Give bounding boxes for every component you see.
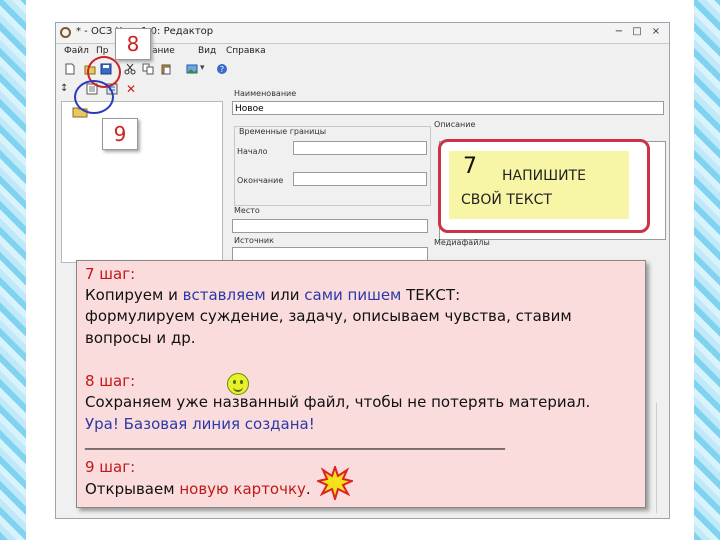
- starburst-icon: [317, 466, 353, 500]
- source-field[interactable]: [232, 247, 428, 261]
- step9-text-a: Открываем: [85, 480, 180, 498]
- step7-title: 7 шаг:: [85, 265, 136, 283]
- save-step-callout: 8: [115, 28, 151, 60]
- source-label: Источник: [234, 236, 274, 245]
- name-field[interactable]: Новое: [232, 101, 664, 115]
- note-step-number: 7: [463, 154, 477, 179]
- divider-line: ________________________________________…: [85, 432, 505, 450]
- paste-icon[interactable]: [160, 63, 172, 75]
- clock-icon: [60, 27, 71, 38]
- note-line-2: СВОЙ ТЕКСТ: [461, 192, 552, 208]
- step7-line1: Копируем и вставляем или сами пишем ТЕКС…: [85, 285, 460, 307]
- step8-line1: Сохраняем уже названный файл, чтобы не п…: [85, 393, 591, 411]
- start-label: Начало: [237, 147, 268, 156]
- step7-text-write: сами пишем: [304, 286, 402, 304]
- step8-title: 8 шаг:: [85, 372, 136, 390]
- step7-text-c: или: [265, 286, 305, 304]
- step9-title: 9 шаг:: [85, 458, 136, 476]
- step7-line3: вопросы и др.: [85, 329, 196, 347]
- image-icon[interactable]: [186, 63, 198, 75]
- sort-icon[interactable]: ↕: [60, 83, 72, 95]
- cut-icon[interactable]: [124, 63, 136, 75]
- end-label: Окончание: [237, 176, 284, 185]
- note-line-1: НАПИШИТЕ: [502, 168, 586, 184]
- new-card-highlight-ring: [74, 80, 114, 114]
- decorative-stripe-left: [0, 0, 26, 540]
- svg-text:?: ?: [220, 65, 224, 74]
- card-tree-panel[interactable]: [61, 101, 223, 263]
- time-group-label: Временные границы: [239, 127, 327, 136]
- start-field[interactable]: [293, 141, 427, 155]
- copy-icon[interactable]: [142, 63, 154, 75]
- step9-text-c: .: [305, 480, 311, 498]
- step7-line2: формулируем суждение, задачу, описываем …: [85, 307, 572, 325]
- delete-icon[interactable]: ✕: [126, 83, 138, 95]
- menu-file[interactable]: Файл: [64, 46, 89, 56]
- minimize-button[interactable]: −: [611, 25, 627, 39]
- step7-text-e: ТЕКСТ:: [401, 286, 461, 304]
- menu-help[interactable]: Справка: [226, 46, 266, 56]
- step7-text-paste: вставляем: [182, 286, 266, 304]
- place-field[interactable]: [232, 219, 428, 233]
- end-field[interactable]: [293, 172, 427, 186]
- decorative-stripe-right: [694, 0, 720, 540]
- instructions-panel: 7 шаг: Копируем и вставляем или сами пиш…: [76, 260, 646, 508]
- media-label: Медиафайлы: [434, 238, 490, 247]
- new-card-step-callout: 9: [102, 118, 138, 150]
- name-label: Наименование: [234, 89, 297, 98]
- menu-edit[interactable]: Пр: [96, 46, 108, 56]
- help-icon[interactable]: ?: [216, 63, 228, 75]
- description-label: Описание: [434, 120, 476, 129]
- step7-text-a: Копируем и: [85, 286, 183, 304]
- step9-text-new-card: новую карточку: [179, 480, 306, 498]
- place-label: Место: [234, 206, 260, 215]
- menu-view[interactable]: Вид: [198, 46, 216, 56]
- close-button[interactable]: ×: [648, 25, 664, 39]
- new-file-icon[interactable]: [64, 63, 76, 75]
- maximize-button[interactable]: □: [629, 25, 645, 39]
- menu-insert[interactable]: ание: [152, 46, 175, 56]
- dropdown-arrow-icon[interactable]: ▾: [200, 63, 212, 75]
- time-bounds-group: Временные границы Начало Окончание: [234, 126, 431, 206]
- step9-line: Открываем новую карточку.: [85, 479, 311, 501]
- scrollbar[interactable]: [656, 403, 667, 513]
